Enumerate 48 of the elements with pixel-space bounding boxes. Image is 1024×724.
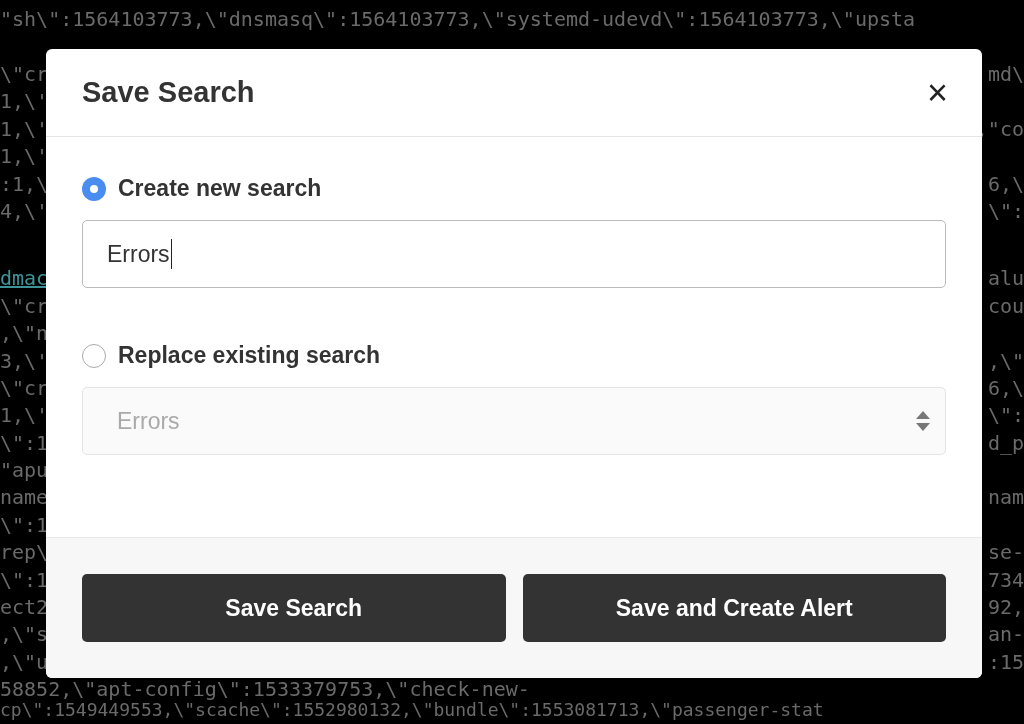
save-button[interactable]: Save and Create Alert: [522, 574, 946, 642]
code-text: :15: [987, 648, 1024, 676]
code-text: \"cr: [0, 374, 49, 402]
code-text: alu: [987, 265, 1024, 293]
code-text: se-: [987, 539, 1024, 567]
code-text: \":1: [0, 566, 49, 594]
code-text: 1,\': [0, 402, 49, 430]
code-text: \":: [987, 402, 1024, 430]
code-text: 58852,\"apt-config\":1533379753,\"check-new-: [0, 676, 530, 702]
code-text: cou: [987, 292, 1024, 320]
radio-label: Create new search: [118, 175, 322, 202]
radio-button[interactable]: [82, 176, 106, 201]
dialog-title: Save Search: [82, 76, 255, 109]
code-text: d_p: [987, 429, 1024, 457]
radio-label: Replace existing search: [118, 342, 381, 369]
code-text: \"cr: [0, 292, 49, 320]
code-text: 1,\': [0, 88, 49, 116]
code-text: :1,\: [0, 170, 49, 198]
code-text: name: [0, 484, 49, 512]
code-text: \"cr: [0, 61, 49, 88]
code-text: ,\"u: [0, 648, 49, 676]
code-text: 3,\': [0, 347, 49, 375]
code-text: ,\": [987, 347, 1024, 375]
code-link[interactable]: dmac: [0, 265, 49, 293]
code-text: rep\: [0, 539, 49, 567]
code-text: \":1: [0, 429, 49, 457]
save-button[interactable]: Save Search: [82, 574, 506, 642]
code-text: 6,\: [987, 374, 1024, 402]
code-text: ,\"s: [0, 621, 49, 649]
code-text: \":: [987, 197, 1024, 225]
code-text: nam: [987, 484, 1024, 512]
code-text: ect2: [0, 594, 49, 622]
code-text: cp\":1549449553,\"scache\":1552980132,\"bundle\":1553081713,\"passenger-stat: [0, 699, 824, 720]
code-text: 734: [987, 566, 1024, 594]
code-text: md\: [987, 61, 1024, 88]
search-name-field[interactable]: Errors: [82, 220, 946, 288]
code-text: "apu: [0, 457, 49, 485]
code-text: 1,\': [0, 115, 49, 143]
code-text: \":1: [0, 511, 49, 539]
code-text: "sh\":1564103773,\"dnsmasq\":1564103773,\"systemd-udevd\":1564103773,\"upsta: [0, 6, 916, 33]
code-text: 92,: [987, 594, 1024, 622]
close-button[interactable]: ×: [926, 74, 948, 111]
up-down-icon: [915, 409, 931, 433]
code-text: 1,\': [0, 143, 49, 171]
code-text: 4,\': [0, 197, 49, 225]
code-text: an-: [987, 621, 1024, 649]
code-text: ,\"n: [0, 320, 49, 348]
code-text: 6,\: [987, 170, 1024, 198]
